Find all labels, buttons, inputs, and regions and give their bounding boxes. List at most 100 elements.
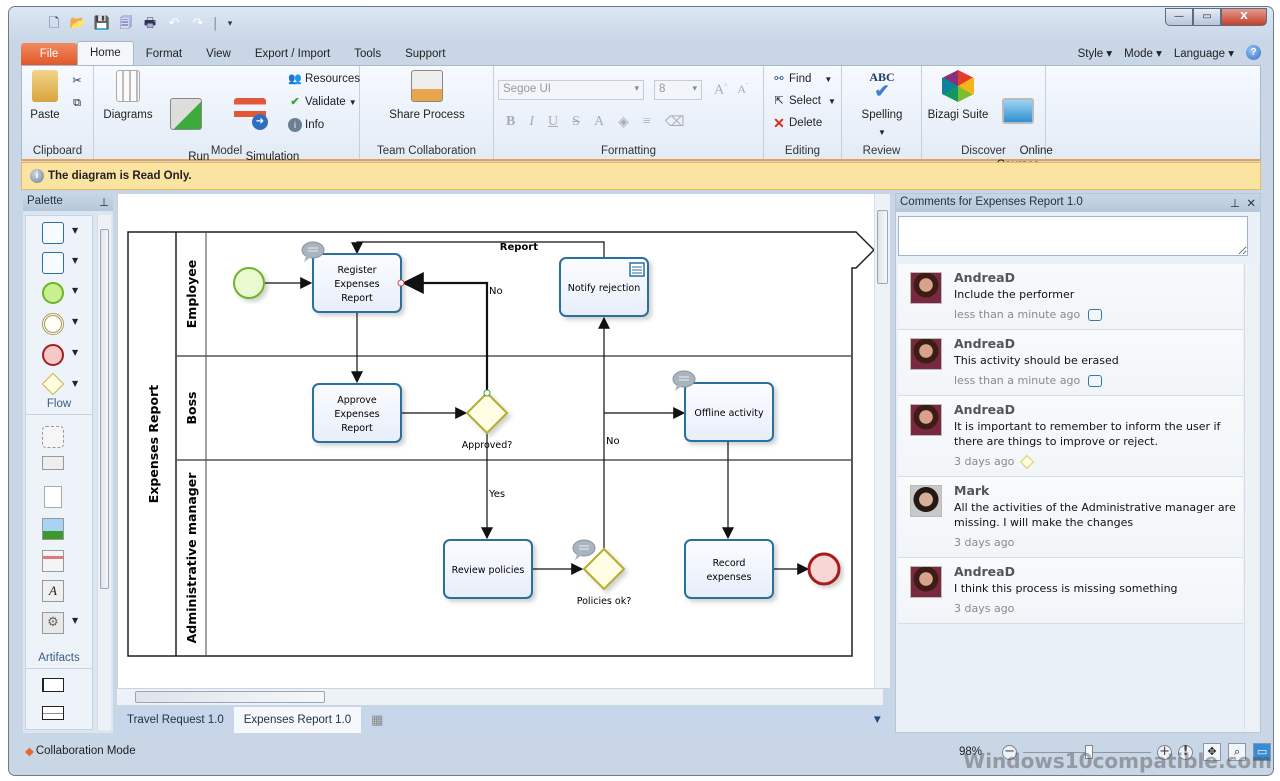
font-color-button[interactable]: A: [594, 114, 604, 131]
task-record-expenses[interactable]: Record expenses: [684, 539, 774, 599]
scroll-thumb[interactable]: [877, 210, 888, 284]
task-offline-activity[interactable]: Offline activity: [684, 382, 774, 442]
tabs-dropdown-icon[interactable]: ▼: [872, 707, 891, 733]
pin-icon[interactable]: ⊥: [1230, 198, 1240, 210]
palette-gateway[interactable]: [41, 372, 65, 396]
font-family-select[interactable]: Segoe UI: [498, 80, 644, 100]
tab-export-import[interactable]: Export / Import: [243, 43, 342, 65]
strikethrough-button[interactable]: S: [572, 114, 580, 131]
spelling-button[interactable]: ABC ✔ Spelling ▼: [852, 70, 912, 140]
scroll-thumb[interactable]: [100, 229, 109, 589]
tab-view[interactable]: View: [194, 43, 243, 65]
start-event[interactable]: [233, 267, 265, 299]
align-button[interactable]: ≡: [643, 114, 651, 131]
chevron-down-icon[interactable]: ▼: [72, 286, 78, 295]
doctab-travel-request[interactable]: Travel Request 1.0: [117, 707, 234, 733]
task-register-expenses[interactable]: Register Expenses Report: [312, 253, 402, 313]
resources-button[interactable]: 👥 Resources: [288, 72, 360, 86]
canvas-hscrollbar[interactable]: [117, 689, 883, 705]
diagrams-button[interactable]: Diagrams: [102, 70, 154, 122]
chevron-down-icon[interactable]: ▼: [72, 317, 78, 326]
comment-item[interactable]: AndreaD Include the performer less than a …: [898, 264, 1243, 330]
style-menu[interactable]: Style ▾: [1078, 46, 1113, 60]
tab-support[interactable]: Support: [393, 43, 457, 65]
palette-text[interactable]: A: [42, 580, 64, 602]
palette-annotation[interactable]: [42, 456, 64, 470]
canvas-vscrollbar[interactable]: [874, 194, 890, 688]
task-element-icon[interactable]: [1088, 374, 1103, 387]
new-icon[interactable]: 🗋: [45, 16, 63, 32]
shrink-font-button[interactable]: Aˇ: [737, 82, 748, 99]
task-approve-expenses[interactable]: Approve Expenses Report: [312, 383, 402, 443]
comment-item[interactable]: AndreaD It is important to remember to in…: [898, 396, 1243, 477]
palette-group[interactable]: [42, 426, 64, 448]
palette-task[interactable]: [42, 222, 64, 244]
palette-scrollbar[interactable]: [97, 215, 111, 730]
tab-format[interactable]: Format: [134, 43, 194, 65]
chevron-down-icon[interactable]: ▼: [72, 379, 78, 388]
palette-pool[interactable]: [42, 678, 64, 692]
mode-menu[interactable]: Mode ▾: [1124, 46, 1162, 60]
grow-font-button[interactable]: A^: [714, 82, 727, 99]
language-menu[interactable]: Language ▾: [1174, 46, 1234, 60]
task-review-policies[interactable]: Review policies: [443, 539, 533, 599]
close-icon[interactable]: ✕: [1246, 198, 1256, 210]
delete-button[interactable]: ✕ Delete: [772, 116, 822, 130]
chevron-down-icon[interactable]: ▼: [72, 616, 78, 625]
tab-home[interactable]: Home: [77, 41, 134, 65]
palette-end-event[interactable]: [42, 344, 64, 366]
chevron-down-icon[interactable]: ▼: [72, 256, 78, 265]
chevron-down-icon[interactable]: ▼: [72, 348, 78, 357]
palette-start-event[interactable]: [42, 282, 64, 304]
paste-button[interactable]: Paste: [28, 70, 62, 122]
tab-tools[interactable]: Tools: [342, 43, 393, 65]
palette-subprocess[interactable]: [42, 252, 64, 274]
help-icon[interactable]: ?: [1246, 45, 1261, 60]
new-diagram-icon[interactable]: ▦: [361, 707, 393, 733]
select-button[interactable]: ⇱ Select ▼: [772, 94, 836, 108]
open-icon[interactable]: 📂: [69, 16, 87, 32]
find-button[interactable]: ⚯ Find ▼: [772, 72, 832, 86]
palette-header-item[interactable]: [42, 550, 64, 572]
validate-button[interactable]: ✔ Validate ▼: [288, 95, 356, 109]
comment-input[interactable]: [898, 216, 1248, 256]
end-event[interactable]: [807, 552, 841, 586]
cut-button[interactable]: ✂: [70, 74, 84, 88]
customize-icon[interactable]: ▾: [221, 16, 239, 32]
palette-gears[interactable]: ⚙: [42, 612, 64, 634]
save-icon[interactable]: 💾: [93, 16, 111, 32]
undo-icon[interactable]: ↶: [165, 16, 183, 32]
comments-scrollbar[interactable]: [1244, 264, 1258, 729]
fill-color-button[interactable]: ◈: [618, 114, 629, 131]
palette-image[interactable]: [42, 518, 64, 540]
italic-button[interactable]: I: [529, 114, 534, 131]
gateway-element-icon[interactable]: [1020, 454, 1035, 469]
palette-data-object[interactable]: [44, 486, 62, 508]
minimize-button[interactable]: —: [1165, 8, 1193, 26]
task-element-icon[interactable]: [1088, 308, 1103, 321]
bold-button[interactable]: B: [506, 114, 515, 131]
save-all-icon[interactable]: 🗐: [117, 16, 135, 32]
bizagi-suite-button[interactable]: Bizagi Suite: [926, 70, 990, 122]
comment-item[interactable]: Mark All the activities of the Administra…: [898, 477, 1243, 558]
scroll-thumb[interactable]: [135, 691, 325, 703]
doctab-expenses-report[interactable]: Expenses Report 1.0: [233, 707, 362, 733]
tab-file[interactable]: File: [21, 43, 77, 65]
close-button[interactable]: X: [1221, 8, 1267, 26]
print-icon[interactable]: 🖶: [141, 16, 159, 32]
palette-intermediate-event[interactable]: [42, 313, 64, 335]
info-button[interactable]: i Info: [288, 118, 324, 132]
comment-item[interactable]: AndreaD This activity should be erased les…: [898, 330, 1243, 396]
redo-icon[interactable]: ↷: [189, 16, 207, 32]
clear-format-button[interactable]: ⌫: [665, 114, 685, 131]
comment-item[interactable]: AndreaD I think this process is missing s…: [898, 558, 1243, 624]
palette-lanes[interactable]: [42, 706, 64, 720]
share-process-button[interactable]: Share Process: [380, 70, 474, 122]
diagram-canvas[interactable]: Expenses Report Employee Boss Administra…: [117, 193, 891, 689]
chevron-down-icon[interactable]: ▼: [72, 226, 78, 235]
maximize-button[interactable]: ▭: [1193, 8, 1221, 26]
copy-button[interactable]: ⧉: [70, 96, 84, 110]
task-notify-rejection[interactable]: Notify rejection: [559, 257, 649, 317]
font-size-select[interactable]: 8: [654, 80, 702, 100]
underline-button[interactable]: U: [548, 114, 558, 131]
